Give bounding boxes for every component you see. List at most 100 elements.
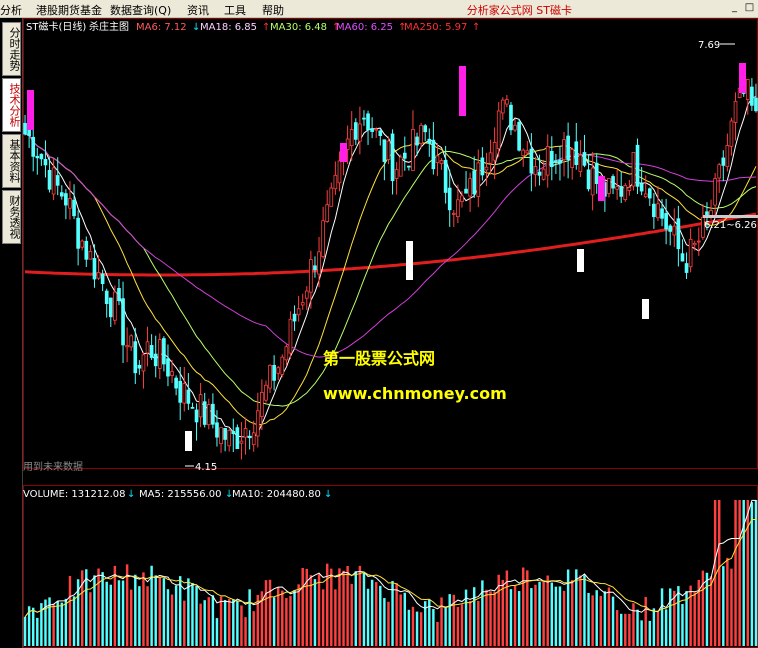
candle-body: [496, 110, 501, 150]
candle-body: [725, 145, 730, 168]
candle-body: [545, 146, 550, 176]
candle-body: [729, 120, 734, 147]
candle-body: [537, 171, 542, 176]
candle-body: [190, 406, 195, 409]
candle-body: [125, 345, 129, 348]
candle-body: [631, 151, 636, 187]
menu-analysis[interactable]: 分析: [0, 2, 22, 18]
candle-body: [582, 152, 587, 166]
menu-hk-futures[interactable]: 港股期货基金: [36, 2, 102, 18]
candle-body: [129, 335, 134, 348]
chart-area[interactable]: ST磁卡(日线) 杀庄主图 MA6: 7.12 ↓ MA18: 6.85 ↑ MA30:…: [23, 18, 758, 648]
candle-body: [386, 140, 391, 160]
candle-body: [325, 204, 330, 222]
tab-intraday[interactable]: 分时走势: [2, 22, 21, 76]
candle-body: [358, 123, 362, 142]
candle-body: [321, 220, 325, 258]
candle-body: [443, 160, 448, 193]
candle-body: [178, 380, 183, 403]
candle-body: [402, 152, 407, 159]
candle-body: [525, 150, 530, 154]
candle-body: [362, 117, 366, 120]
tab-technical-analysis[interactable]: 技术分析: [2, 78, 21, 132]
candle-body: [206, 404, 211, 426]
candle-body: [370, 128, 374, 132]
candle-body: [594, 162, 599, 184]
candle-body: [639, 183, 644, 192]
candle-body: [260, 392, 264, 417]
volume-legend: VOLUME: 131212.08 ↓ MA5: 215556.00 ↓MA10: 2…: [23, 489, 332, 500]
candle-body: [198, 394, 203, 418]
candle-body: [23, 122, 27, 135]
menu-tools[interactable]: 工具: [224, 2, 246, 18]
candle-body: [394, 169, 399, 179]
watermark-title: 第一股票公式网: [323, 349, 435, 368]
low-price-label: 4.15: [195, 462, 217, 473]
candle-body: [170, 371, 174, 377]
buy-signal-1: [406, 241, 413, 280]
candle-body: [562, 139, 566, 161]
candle-body: [374, 128, 379, 131]
candle-body: [264, 384, 268, 401]
candle-body: [162, 338, 166, 365]
candle-body: [713, 178, 717, 206]
maximize-icon[interactable]: □: [743, 2, 756, 14]
candle-body: [468, 178, 472, 197]
right-price-band: [703, 215, 758, 218]
candle-body: [231, 431, 236, 435]
ma-arrow-4: ↑: [472, 22, 480, 33]
candle-body: [745, 79, 750, 100]
candle-body: [255, 410, 260, 437]
menu-news[interactable]: 资讯: [187, 2, 209, 18]
candle-body: [284, 346, 289, 361]
candle-body: [570, 149, 575, 168]
candle-body: [517, 121, 521, 151]
sell-signal-4: [739, 63, 746, 93]
candle-body: [696, 240, 701, 243]
candle-body: [55, 175, 60, 186]
candle-body: [688, 238, 693, 268]
menu-help[interactable]: 帮助: [262, 2, 284, 18]
candle-body: [337, 160, 342, 184]
candle-body: [492, 142, 497, 161]
ma-label-4: MA250: 5.97: [404, 22, 467, 33]
candle-body: [456, 199, 460, 218]
candle-body: [415, 136, 419, 146]
candle-body: [59, 192, 64, 197]
candle-body: [349, 129, 354, 147]
menu-data-query[interactable]: 数据查询(Q): [110, 2, 171, 18]
candle-body: [247, 435, 252, 439]
candle-body: [92, 258, 97, 280]
candle-body: [378, 130, 383, 137]
candle-body: [509, 104, 513, 131]
ma-label-0: MA6: 7.12: [136, 22, 187, 33]
candle-body: [684, 263, 689, 273]
volume-arrow-2: ↓: [324, 489, 332, 500]
candle-body: [590, 167, 595, 196]
candle-body: [619, 186, 624, 197]
candle-body: [464, 188, 468, 194]
tab-fundamentals[interactable]: 基本资料: [2, 134, 21, 188]
candle-body: [153, 353, 158, 367]
minimize-icon[interactable]: _: [728, 2, 741, 14]
ma-label-2: MA30: 6.48: [270, 22, 327, 33]
high-price-label: 7.69: [698, 40, 720, 51]
candle-body: [292, 313, 297, 322]
candle-body: [211, 403, 215, 425]
candle-body: [574, 141, 579, 166]
candle-body: [476, 162, 481, 197]
candle-body: [586, 169, 591, 190]
candle-body: [656, 203, 660, 219]
candle-body: [108, 297, 113, 318]
candle-body: [680, 253, 685, 262]
tab-financials[interactable]: 财务透视: [2, 190, 21, 244]
candle-body: [300, 302, 305, 306]
candle-body: [484, 166, 489, 171]
candle-body: [182, 383, 187, 404]
candle-body: [215, 422, 219, 438]
right-price-label: 6.21~6.26: [704, 220, 757, 231]
candle-body: [541, 168, 546, 180]
buy-signal-0: [185, 431, 192, 451]
candle-body: [268, 364, 272, 389]
menu-bar: 分析 港股期货基金 数据查询(Q) 资讯 工具 帮助 分析家公式网 ST磁卡 _…: [0, 0, 758, 18]
